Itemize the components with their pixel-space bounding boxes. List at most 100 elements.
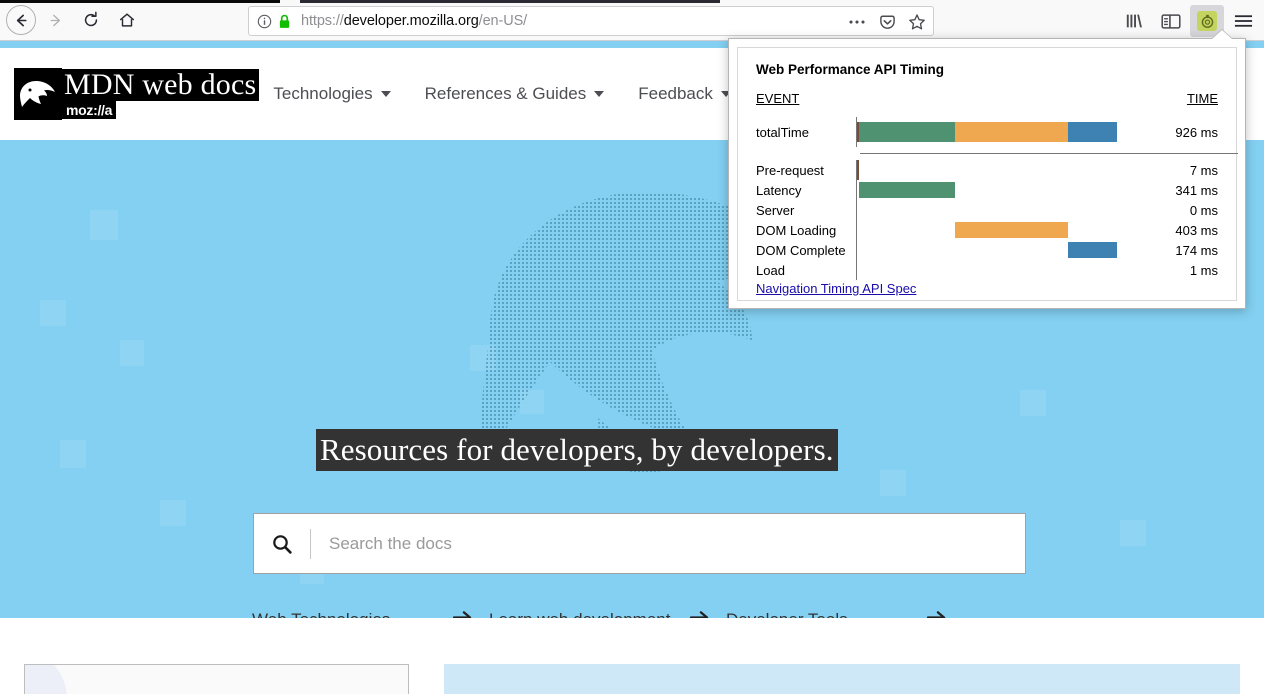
table-separator bbox=[860, 153, 1238, 154]
hero-link-learn-web-development[interactable]: Learn web development bbox=[489, 610, 709, 618]
library-icon[interactable] bbox=[1118, 5, 1152, 37]
nav-item-label: Technologies bbox=[273, 84, 373, 103]
mdn-logo-wordmark: MDN web docs moz://a bbox=[62, 69, 260, 119]
total-bar-track bbox=[855, 117, 1163, 147]
hero-headline: Resources for developers, by developers. bbox=[316, 429, 838, 471]
row-time: 174 ms bbox=[1175, 242, 1218, 258]
toolbar-right-buttons bbox=[1118, 4, 1260, 38]
page-actions-ellipsis-icon[interactable] bbox=[843, 9, 871, 35]
navigation-timing-spec-link[interactable]: Navigation Timing API Spec bbox=[756, 281, 916, 296]
url-prefix: https:// bbox=[301, 13, 344, 29]
bar-track bbox=[855, 240, 1163, 260]
hero-link-label: Learn web development bbox=[489, 610, 670, 618]
docs-search-box[interactable]: Search the docs bbox=[253, 513, 1026, 574]
arrow-right-icon bbox=[926, 610, 946, 618]
url-path: /en-US/ bbox=[478, 13, 528, 29]
row-label: Server bbox=[756, 202, 795, 218]
arrow-right-icon bbox=[452, 610, 472, 618]
home-house-icon bbox=[119, 13, 135, 27]
pocket-icon[interactable] bbox=[873, 9, 901, 35]
hero-link-developer-tools[interactable]: Developer Tools bbox=[726, 610, 946, 618]
url-text: https://developer.mozilla.org/en-US/ bbox=[301, 13, 527, 29]
row-time: 926 ms bbox=[1175, 124, 1218, 140]
mdn-logo[interactable]: MDN web docs moz://a bbox=[14, 68, 260, 120]
hero-link-web-technologies[interactable]: Web Technologies bbox=[252, 610, 472, 618]
search-icon bbox=[254, 513, 310, 574]
page-action-buttons bbox=[843, 7, 933, 37]
table-row-pre-request: Pre-request 7 ms bbox=[756, 160, 1218, 180]
table-row-dom-loading: DOM Loading 403 ms bbox=[756, 220, 1218, 240]
nav-item-references-guides[interactable]: References & Guides bbox=[425, 84, 605, 104]
popup-title: Web Performance API Timing bbox=[756, 62, 945, 77]
info-circle-icon[interactable] bbox=[257, 14, 272, 29]
column-header-time[interactable]: TIME bbox=[1187, 91, 1218, 106]
mdn-main-nav: Technologies References & Guides Feedbac… bbox=[273, 84, 731, 104]
bar-segment-dom-complete bbox=[1067, 122, 1117, 142]
mdn-logo-subtitle: moz://a bbox=[62, 101, 117, 119]
table-header-row: EVENT TIME bbox=[756, 91, 1218, 106]
screenshot-root: https://developer.mozilla.org/en-US/ MDN… bbox=[0, 0, 1264, 694]
star-bookmark-icon[interactable] bbox=[903, 9, 931, 35]
bar-dom-loading bbox=[954, 222, 1068, 238]
arrow-right-icon bbox=[689, 610, 709, 618]
green-padlock-icon[interactable] bbox=[278, 14, 291, 29]
row-label: DOM Complete bbox=[756, 242, 846, 258]
back-arrow-icon bbox=[16, 14, 27, 26]
back-button[interactable] bbox=[6, 5, 36, 35]
dinosaur-head-icon bbox=[14, 68, 62, 120]
performance-timing-popup: Web Performance API Timing EVENT TIME to… bbox=[728, 38, 1246, 309]
performance-timing-table: EVENT TIME totalTime 926 ms Pre-request … bbox=[756, 91, 1238, 280]
url-host: developer.mozilla.org bbox=[343, 13, 479, 29]
card-build-title: Build in the Browser. bbox=[55, 689, 408, 694]
hero-quick-links: Web Technologies Learn web development bbox=[252, 610, 1028, 618]
bar-dom-complete bbox=[1067, 242, 1117, 258]
hero-link-label: Web Technologies bbox=[252, 610, 390, 618]
row-time: 403 ms bbox=[1175, 222, 1218, 238]
sidebar-icon[interactable] bbox=[1154, 5, 1188, 37]
browser-toolbar: https://developer.mozilla.org/en-US/ bbox=[0, 0, 1264, 41]
address-bar[interactable]: https://developer.mozilla.org/en-US/ bbox=[248, 6, 934, 36]
row-label: Load bbox=[756, 262, 785, 278]
bar-track bbox=[855, 180, 1163, 200]
table-row-total: totalTime 926 ms bbox=[756, 117, 1218, 147]
forward-arrow-icon bbox=[50, 14, 60, 26]
mdn-logo-title: MDN web docs bbox=[62, 69, 260, 101]
bar-segment-latency bbox=[858, 122, 955, 142]
search-divider bbox=[310, 528, 311, 559]
nav-item-technologies[interactable]: Technologies bbox=[273, 84, 391, 104]
reload-button[interactable] bbox=[74, 3, 108, 37]
row-time: 7 ms bbox=[1189, 162, 1218, 178]
navigation-buttons bbox=[6, 3, 144, 37]
row-time: 0 ms bbox=[1189, 202, 1218, 218]
bar-latency bbox=[858, 182, 955, 198]
bar-track bbox=[855, 220, 1163, 240]
row-label: DOM Loading bbox=[756, 222, 837, 238]
nav-item-label: References & Guides bbox=[424, 84, 587, 103]
table-row-load: Load 1 ms bbox=[756, 260, 1218, 280]
chevron-down-icon bbox=[380, 91, 391, 97]
card-build-in-the-browser[interactable]: Build in the Browser. Design sites witho… bbox=[24, 664, 409, 694]
row-time: 1 ms bbox=[1189, 262, 1218, 278]
bar-pre-request bbox=[856, 160, 859, 180]
tab-strip-edge bbox=[0, 0, 1264, 3]
home-button[interactable] bbox=[110, 3, 144, 37]
table-row-dom-complete: DOM Complete 174 ms bbox=[756, 240, 1218, 260]
bar-track bbox=[855, 200, 1163, 220]
row-label: Pre-request bbox=[756, 162, 824, 178]
column-header-event[interactable]: EVENT bbox=[756, 91, 799, 106]
card-newsletter: Learn the best of web development you@ex… bbox=[444, 664, 1240, 694]
table-row-latency: Latency 341 ms bbox=[756, 180, 1218, 200]
nav-item-feedback[interactable]: Feedback bbox=[638, 84, 731, 104]
bar-segment-dom-loading bbox=[954, 122, 1068, 142]
search-input[interactable]: Search the docs bbox=[329, 534, 452, 554]
popup-arrow bbox=[1212, 30, 1232, 39]
hero-link-label: Developer Tools bbox=[726, 610, 848, 618]
table-row-server: Server 0 ms bbox=[756, 200, 1218, 220]
below-hero-section: Build in the Browser. Design sites witho… bbox=[0, 618, 1264, 694]
row-time: 341 ms bbox=[1175, 182, 1218, 198]
forward-button[interactable] bbox=[38, 3, 72, 37]
nav-item-label: Feedback bbox=[638, 84, 713, 103]
stopwatch-icon bbox=[1197, 11, 1217, 31]
reload-arrow-icon bbox=[84, 11, 98, 27]
row-label: Latency bbox=[756, 182, 802, 198]
